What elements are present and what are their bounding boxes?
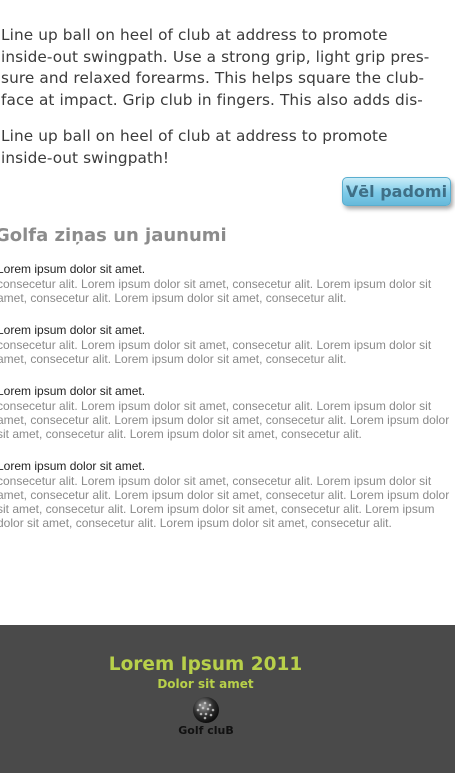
news-body-line: consecetur alit. Lorem ipsum dolor sit a…	[0, 399, 432, 413]
footer-title: Lorem Ipsum 2011	[108, 654, 303, 675]
tip-line: face at impact. Grip club in fingers. Th…	[1, 90, 423, 109]
footer-subtitle: Dolor sit amet	[157, 677, 254, 691]
golf-club-logo[interactable]: Golf cluB	[170, 696, 242, 740]
tips-section: Line up ball on heel of club at address …	[1, 25, 453, 169]
news-body-line: amet, consecetur alit. Lorem ipsum dolor…	[0, 413, 450, 427]
news-body-line: consecetur alit. Lorem ipsum dolor sit a…	[0, 338, 432, 352]
news-body-line: sit amet, consecetur alit. Lorem ipsum d…	[0, 427, 362, 441]
tip-line: Line up ball on heel of club at address …	[1, 26, 388, 44]
news-item-title[interactable]: Lorem ipsum dolor sit amet.	[0, 323, 455, 338]
news-item-title[interactable]: Lorem ipsum dolor sit amet.	[0, 459, 455, 474]
news-item-title[interactable]: Lorem ipsum dolor sit amet.	[0, 384, 455, 399]
news-item-body: consecetur alit. Lorem ipsum dolor sit a…	[0, 277, 455, 305]
tip-line: inside-out swingpath. Use a strong grip,…	[1, 47, 430, 66]
news-body-line: consecetur alit. Lorem ipsum dolor sit a…	[0, 474, 432, 488]
news-item[interactable]: Lorem ipsum dolor sit amet. consecetur a…	[0, 459, 455, 530]
tip-line: Line up ball on heel of club at address …	[1, 127, 388, 145]
news-body-line: amet, consecetur alit. Lorem ipsum dolor…	[0, 291, 347, 305]
news-item[interactable]: Lorem ipsum dolor sit amet. consecetur a…	[0, 262, 455, 305]
logo-text: Golf cluB	[178, 724, 234, 737]
news-item-body: consecetur alit. Lorem ipsum dolor sit a…	[0, 399, 455, 441]
news-body-line: consecetur alit. Lorem ipsum dolor sit a…	[0, 277, 432, 291]
news-item-body: consecetur alit. Lorem ipsum dolor sit a…	[0, 338, 455, 366]
news-item-body: consecetur alit. Lorem ipsum dolor sit a…	[0, 474, 455, 530]
tip-paragraph: Line up ball on heel of club at address …	[1, 126, 453, 169]
news-item-title[interactable]: Lorem ipsum dolor sit amet.	[0, 262, 455, 277]
news-list: Lorem ipsum dolor sit amet. consecetur a…	[0, 262, 455, 548]
site-footer: Lorem Ipsum 2011 Dolor sit amet Golf clu…	[0, 625, 455, 773]
tip-paragraph: Line up ball on heel of club at address …	[1, 25, 453, 111]
tip-line: inside-out swingpath!	[1, 148, 170, 167]
news-body-line: amet, consecetur alit. Lorem ipsum dolor…	[0, 488, 450, 502]
news-item[interactable]: Lorem ipsum dolor sit amet. consecetur a…	[0, 323, 455, 366]
more-tips-button[interactable]: Vēl padomi	[342, 177, 451, 206]
news-body-line: sit amet, consecetur alit. Lorem ipsum d…	[0, 502, 435, 516]
news-item[interactable]: Lorem ipsum dolor sit amet. consecetur a…	[0, 384, 455, 441]
news-body-line: amet, consecetur alit. Lorem ipsum dolor…	[0, 352, 347, 366]
news-section-title: Golfa ziņas un jaunumi	[0, 225, 227, 246]
news-body-line: dolor sit amet, consecetur alit. Lorem i…	[0, 516, 392, 530]
tip-line: sure and relaxed forearms. This helps sq…	[1, 69, 425, 87]
golf-ball-icon	[193, 697, 219, 723]
